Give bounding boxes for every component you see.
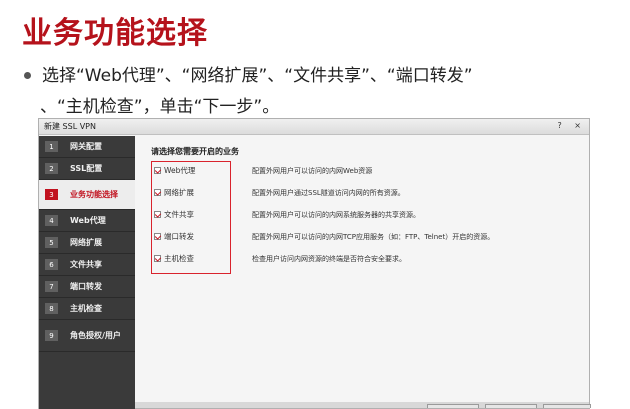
checkbox-checked[interactable] [154,167,161,174]
option-description: 配置外网用户可以访问的内网TCP应用服务（如：FTP、Telnet）开启的资源。 [252,233,495,241]
step-number: 4 [45,215,58,226]
step-gateway-config[interactable]: 1 网关配置 [39,136,135,158]
cancel-button[interactable] [543,404,591,408]
option-description: 配置外网用户通过SSL隧道访问内网的所有资源。 [252,189,405,197]
step-label: 角色授权/用户 [70,330,121,340]
option-host-check[interactable]: 主机检查 [154,253,194,264]
checkbox-checked[interactable] [154,255,161,262]
option-description: 检查用户访问内网资源的终端是否符合安全要求。 [252,255,406,263]
bullet-text-line2: 、“主机检查”，单击“下一步”。 [40,97,280,117]
option-network-extension[interactable]: 网络扩展 [154,187,194,198]
next-button[interactable] [485,404,537,408]
step-number: 9 [45,330,58,341]
ssl-vpn-wizard-dialog: 新建 SSL VPN ? × 1 网关配置 2 SSL配置 3 业务功能选择 4… [38,118,591,409]
step-label: Web代理 [70,215,106,225]
step-number: 6 [45,259,58,270]
step-label: 业务功能选择 [70,189,118,199]
checkbox-checked[interactable] [154,233,161,240]
step-business-function[interactable]: 3 业务功能选择 [39,180,135,210]
step-number: 2 [45,163,58,174]
checkbox-checked[interactable] [154,189,161,196]
option-label: 端口转发 [164,232,194,241]
step-number: 5 [45,237,58,248]
step-label: SSL配置 [70,163,103,173]
bullet-text-line1: 选择“Web代理”、“网络扩展”、“文件共享”、“端口转发” [42,66,473,86]
checkbox-checked[interactable] [154,211,161,218]
step-label: 网关配置 [70,141,102,151]
step-number: 1 [45,141,58,152]
step-role-authorization[interactable]: 9 角色授权/用户 [39,320,135,352]
step-file-sharing[interactable]: 6 文件共享 [39,254,135,276]
wizard-step-sidebar: 1 网关配置 2 SSL配置 3 业务功能选择 4 Web代理 5 网络扩展 6… [39,136,135,409]
option-label: Web代理 [164,166,196,175]
close-icon[interactable]: × [574,121,581,130]
help-icon[interactable]: ? [558,121,562,130]
step-ssl-config[interactable]: 2 SSL配置 [39,158,135,180]
option-label: 主机检查 [164,254,194,263]
wizard-content: 请选择您需要开启的业务 Web代理 配置外网用户可以访问的内网Web资源 网络扩… [135,136,591,408]
step-label: 网络扩展 [70,237,102,247]
step-label: 主机检查 [70,303,102,313]
dialog-titlebar: 新建 SSL VPN ? × [39,119,589,135]
option-label: 文件共享 [164,210,194,219]
option-description: 配置外网用户可以访问的内网Web资源 [252,167,373,175]
option-file-sharing[interactable]: 文件共享 [154,209,194,220]
bullet-dot [24,72,31,79]
step-label: 文件共享 [70,259,102,269]
step-port-forwarding[interactable]: 7 端口转发 [39,276,135,298]
dialog-title: 新建 SSL VPN [44,122,96,131]
step-number: 7 [45,281,58,292]
slide-title: 业务功能选择 [22,16,208,51]
step-network-extension[interactable]: 5 网络扩展 [39,232,135,254]
option-port-forwarding[interactable]: 端口转发 [154,231,194,242]
step-web-proxy[interactable]: 4 Web代理 [39,210,135,232]
step-number: 3 [45,189,58,200]
option-description: 配置外网用户可以访问的内网系统服务器的共享资源。 [252,211,420,219]
option-web-proxy[interactable]: Web代理 [154,165,195,176]
dialog-footer [135,402,591,408]
option-label: 网络扩展 [164,188,194,197]
content-heading: 请选择您需要开启的业务 [151,147,239,156]
previous-button[interactable] [427,404,479,408]
step-label: 端口转发 [70,281,102,291]
step-number: 8 [45,303,58,314]
step-host-check[interactable]: 8 主机检查 [39,298,135,320]
